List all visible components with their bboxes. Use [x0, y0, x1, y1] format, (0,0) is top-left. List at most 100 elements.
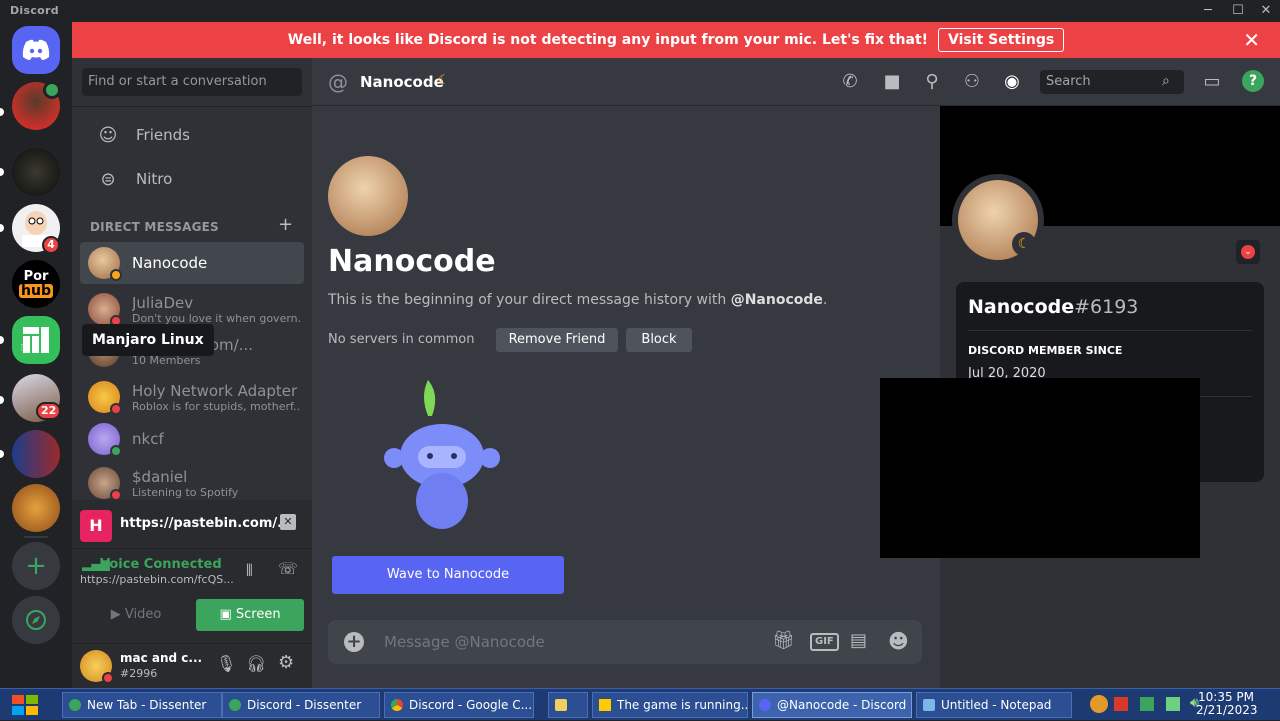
message-input[interactable]: Message @Nanocode — [384, 633, 545, 651]
dm-name: JuliaDev — [132, 294, 194, 312]
explore-servers-button[interactable] — [12, 596, 60, 644]
maximize-button[interactable]: ☐ — [1226, 1, 1250, 21]
remove-friend-button[interactable]: Remove Friend — [496, 328, 618, 352]
idle-moon-icon: ☾ — [438, 73, 450, 88]
create-dm-button[interactable]: + — [278, 214, 293, 235]
taskbar-item[interactable]: New Tab - Dissenter — [62, 692, 222, 718]
dm-intro: This is the beginning of your direct mes… — [328, 292, 827, 308]
dnd-status-icon — [110, 403, 122, 415]
minimize-button[interactable]: ─ — [1196, 1, 1220, 21]
help-icon[interactable]: ? — [1242, 70, 1264, 92]
clock-date: 2/21/2023 — [1196, 703, 1258, 717]
member-since-label: DISCORD MEMBER SINCE — [968, 344, 1123, 357]
friends-icon: ☺ — [98, 124, 118, 146]
mention-badge: 4 — [42, 236, 60, 254]
mic-icon[interactable]: 🎙︎ — [216, 654, 236, 673]
video-call-icon[interactable]: ■ — [880, 70, 904, 94]
tray-network-icon[interactable] — [1140, 697, 1154, 711]
username: Nanocode — [968, 296, 1075, 318]
dm-item-daniel[interactable]: $daniel Listening to Spotify — [80, 462, 304, 504]
close-banner-icon[interactable]: ✕ — [1243, 28, 1260, 52]
pastebin-icon: H — [80, 510, 112, 542]
wumpus-wave-icon — [384, 380, 500, 529]
close-window-button[interactable]: ✕ — [1254, 1, 1278, 21]
taskbar-item-active[interactable]: @Nanocode - Discord — [752, 692, 912, 718]
user-tag: #2996 — [120, 667, 158, 680]
add-server-button[interactable]: + — [12, 542, 60, 590]
video-button[interactable]: ▶ Video — [80, 599, 192, 631]
tray-flag-icon[interactable] — [1114, 697, 1128, 711]
voice-channel[interactable]: https://pastebin.com/fcQS... — [80, 573, 234, 586]
noise-suppression-icon[interactable]: ⫴ — [246, 561, 253, 581]
server-icon-flag[interactable] — [12, 430, 60, 478]
pin-icon[interactable]: ⚲ — [920, 70, 944, 94]
profile-options-button[interactable]: ⌄ — [1236, 240, 1260, 264]
nitro-label: Nitro — [136, 170, 173, 188]
dm-status-text: Listening to Spotify — [132, 486, 239, 499]
taskbar-item[interactable]: Untitled - Notepad — [916, 692, 1072, 718]
online-status-icon — [110, 445, 122, 457]
settings-gear-icon[interactable]: ⚙ — [278, 652, 294, 673]
disconnect-icon[interactable]: ☏ — [278, 559, 298, 578]
server-icon-burger[interactable] — [12, 484, 60, 532]
unread-pill — [0, 108, 4, 116]
notepad-icon — [923, 699, 935, 711]
find-conversation-input[interactable]: Find or start a conversation — [82, 68, 302, 96]
nitro-nav[interactable]: ⊜ Nitro — [80, 158, 304, 200]
emoji-icon[interactable]: ☻ — [888, 629, 909, 653]
taskbar-item[interactable]: The game is running... — [592, 692, 748, 718]
profile-avatar-large — [328, 156, 408, 236]
taskbar-item[interactable]: Discord - Dissenter — [222, 692, 380, 718]
screen-share-button[interactable]: ▣ Screen — [196, 599, 304, 631]
video-label: Video — [124, 607, 162, 622]
app-title: Discord — [10, 4, 59, 17]
stream-url[interactable]: https://pastebin.com/... — [120, 516, 292, 531]
home-button[interactable] — [12, 26, 60, 74]
gif-button[interactable]: GIF — [810, 633, 839, 651]
taskbar-item[interactable]: Discord - Google C... — [384, 692, 534, 718]
unread-pill — [0, 396, 4, 404]
inbox-icon[interactable]: ▭ — [1200, 70, 1224, 94]
dm-name: $daniel — [132, 468, 188, 486]
intro-suffix: . — [822, 292, 828, 308]
voice-status[interactable]: Voice Connected — [100, 557, 222, 572]
clock[interactable]: 10:35 PM 2/21/2023 — [1196, 691, 1258, 717]
server-icon-dark[interactable] — [12, 148, 60, 196]
start-button[interactable] — [10, 693, 42, 717]
compass-icon — [26, 610, 46, 630]
server-rail: 4 Por hub ☝ 22 + — [0, 22, 72, 688]
intro-user: @Nanocode — [730, 292, 823, 308]
tray-expand-icon[interactable] — [1090, 695, 1108, 713]
gift-icon[interactable]: 🎁︎ — [772, 630, 795, 651]
unread-pill — [0, 168, 4, 176]
voice-call-icon[interactable]: ✆ — [838, 70, 862, 94]
task-label: Discord - Dissenter — [247, 698, 362, 712]
dm-item-nkcf[interactable]: nkcf — [80, 418, 304, 460]
discriminator: #6193 — [1074, 296, 1139, 318]
taskbar-item[interactable] — [548, 692, 588, 718]
mutual-servers[interactable]: No servers in common — [328, 332, 474, 347]
screen-label: Screen — [235, 607, 281, 622]
warning-icon — [599, 699, 611, 711]
headphones-icon[interactable]: 🎧︎ — [246, 654, 266, 673]
sticker-icon[interactable]: ▤ — [850, 630, 867, 651]
visit-settings-button[interactable]: Visit Settings — [938, 28, 1065, 52]
profile-username: Nanocode#6193 — [968, 296, 1138, 318]
close-stream-icon[interactable]: ✕ — [280, 514, 296, 530]
dm-name: Nanocode — [132, 254, 208, 272]
attach-plus-icon[interactable]: + — [344, 632, 364, 652]
wave-button[interactable]: Wave to Nanocode — [332, 556, 564, 594]
dm-item-holy-network-adapter[interactable]: Holy Network Adapter Roblox is for stupi… — [80, 376, 304, 418]
add-friend-icon[interactable]: ⚇ — [960, 70, 984, 94]
profile-toggle-icon[interactable]: ◉ — [1000, 70, 1024, 94]
tray-display-icon[interactable] — [1166, 697, 1180, 711]
idle-status-icon — [110, 269, 122, 281]
unread-pill — [0, 336, 4, 344]
task-label: Untitled - Notepad — [941, 698, 1052, 712]
direct-messages-header: DIRECT MESSAGES — [90, 220, 219, 234]
server-icon-hub[interactable]: Por hub — [12, 260, 60, 308]
dm-item-nanocode[interactable]: Nanocode — [80, 242, 304, 284]
friends-nav[interactable]: ☺ Friends — [80, 114, 304, 156]
block-button[interactable]: Block — [626, 328, 692, 352]
discord-logo-icon — [22, 39, 50, 60]
